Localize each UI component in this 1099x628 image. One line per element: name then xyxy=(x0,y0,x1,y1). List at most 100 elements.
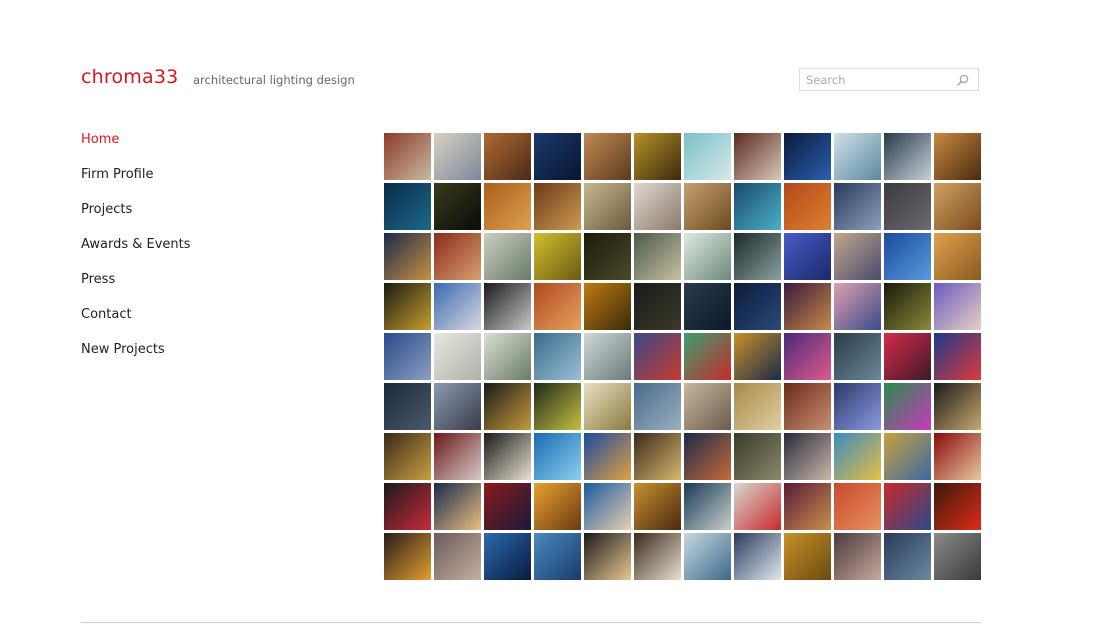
project-thumbnail[interactable] xyxy=(934,533,981,580)
project-thumbnail[interactable] xyxy=(934,183,981,230)
project-thumbnail[interactable] xyxy=(434,133,481,180)
project-thumbnail[interactable] xyxy=(934,383,981,430)
project-thumbnail[interactable] xyxy=(734,233,781,280)
project-thumbnail[interactable] xyxy=(484,183,531,230)
nav-item-projects[interactable]: Projects xyxy=(81,202,191,237)
project-thumbnail[interactable] xyxy=(634,333,681,380)
project-thumbnail[interactable] xyxy=(484,433,531,480)
project-thumbnail[interactable] xyxy=(384,483,431,530)
project-thumbnail[interactable] xyxy=(884,533,931,580)
project-thumbnail[interactable] xyxy=(634,383,681,430)
project-thumbnail[interactable] xyxy=(534,533,581,580)
project-thumbnail[interactable] xyxy=(884,483,931,530)
site-logo[interactable]: chroma33 xyxy=(81,66,178,88)
search-input[interactable] xyxy=(806,72,946,88)
project-thumbnail[interactable] xyxy=(384,133,431,180)
project-thumbnail[interactable] xyxy=(834,183,881,230)
project-thumbnail[interactable] xyxy=(584,533,631,580)
project-thumbnail[interactable] xyxy=(784,383,831,430)
project-thumbnail[interactable] xyxy=(634,133,681,180)
project-thumbnail[interactable] xyxy=(684,183,731,230)
project-thumbnail[interactable] xyxy=(484,233,531,280)
project-thumbnail[interactable] xyxy=(834,233,881,280)
project-thumbnail[interactable] xyxy=(634,483,681,530)
project-thumbnail[interactable] xyxy=(834,533,881,580)
project-thumbnail[interactable] xyxy=(834,383,881,430)
project-thumbnail[interactable] xyxy=(734,283,781,330)
project-thumbnail[interactable] xyxy=(384,183,431,230)
project-thumbnail[interactable] xyxy=(884,283,931,330)
project-thumbnail[interactable] xyxy=(884,433,931,480)
nav-item-firm-profile[interactable]: Firm Profile xyxy=(81,167,191,202)
project-thumbnail[interactable] xyxy=(384,333,431,380)
project-thumbnail[interactable] xyxy=(684,383,731,430)
project-thumbnail[interactable] xyxy=(834,283,881,330)
project-thumbnail[interactable] xyxy=(384,283,431,330)
project-thumbnail[interactable] xyxy=(534,383,581,430)
project-thumbnail[interactable] xyxy=(784,533,831,580)
project-thumbnail[interactable] xyxy=(684,233,731,280)
project-thumbnail[interactable] xyxy=(684,133,731,180)
project-thumbnail[interactable] xyxy=(584,433,631,480)
project-thumbnail[interactable] xyxy=(534,183,581,230)
project-thumbnail[interactable] xyxy=(684,283,731,330)
project-thumbnail[interactable] xyxy=(934,333,981,380)
project-thumbnail[interactable] xyxy=(634,233,681,280)
project-thumbnail[interactable] xyxy=(934,133,981,180)
project-thumbnail[interactable] xyxy=(734,133,781,180)
project-thumbnail[interactable] xyxy=(434,383,481,430)
project-thumbnail[interactable] xyxy=(734,383,781,430)
nav-item-contact[interactable]: Contact xyxy=(81,307,191,342)
project-thumbnail[interactable] xyxy=(684,483,731,530)
project-thumbnail[interactable] xyxy=(584,233,631,280)
project-thumbnail[interactable] xyxy=(934,283,981,330)
project-thumbnail[interactable] xyxy=(384,433,431,480)
project-thumbnail[interactable] xyxy=(784,483,831,530)
project-thumbnail[interactable] xyxy=(634,533,681,580)
project-thumbnail[interactable] xyxy=(634,183,681,230)
project-thumbnail[interactable] xyxy=(734,483,781,530)
project-thumbnail[interactable] xyxy=(834,333,881,380)
project-thumbnail[interactable] xyxy=(584,483,631,530)
project-thumbnail[interactable] xyxy=(734,333,781,380)
project-thumbnail[interactable] xyxy=(784,183,831,230)
project-thumbnail[interactable] xyxy=(434,183,481,230)
project-thumbnail[interactable] xyxy=(784,133,831,180)
project-thumbnail[interactable] xyxy=(484,483,531,530)
project-thumbnail[interactable] xyxy=(884,233,931,280)
project-thumbnail[interactable] xyxy=(884,133,931,180)
project-thumbnail[interactable] xyxy=(384,533,431,580)
project-thumbnail[interactable] xyxy=(384,383,431,430)
project-thumbnail[interactable] xyxy=(934,233,981,280)
project-thumbnail[interactable] xyxy=(434,433,481,480)
project-thumbnail[interactable] xyxy=(834,483,881,530)
project-thumbnail[interactable] xyxy=(684,433,731,480)
project-thumbnail[interactable] xyxy=(534,333,581,380)
project-thumbnail[interactable] xyxy=(634,283,681,330)
project-thumbnail[interactable] xyxy=(484,133,531,180)
nav-item-new-projects[interactable]: New Projects xyxy=(81,342,191,377)
project-thumbnail[interactable] xyxy=(584,283,631,330)
project-thumbnail[interactable] xyxy=(434,283,481,330)
project-thumbnail[interactable] xyxy=(834,433,881,480)
project-thumbnail[interactable] xyxy=(434,483,481,530)
project-thumbnail[interactable] xyxy=(584,333,631,380)
project-thumbnail[interactable] xyxy=(734,533,781,580)
project-thumbnail[interactable] xyxy=(434,333,481,380)
project-thumbnail[interactable] xyxy=(784,233,831,280)
project-thumbnail[interactable] xyxy=(684,533,731,580)
project-thumbnail[interactable] xyxy=(434,233,481,280)
project-thumbnail[interactable] xyxy=(434,533,481,580)
project-thumbnail[interactable] xyxy=(484,533,531,580)
nav-item-press[interactable]: Press xyxy=(81,272,191,307)
nav-item-awards-events[interactable]: Awards & Events xyxy=(81,237,191,272)
project-thumbnail[interactable] xyxy=(884,333,931,380)
project-thumbnail[interactable] xyxy=(484,283,531,330)
project-thumbnail[interactable] xyxy=(534,133,581,180)
project-thumbnail[interactable] xyxy=(684,333,731,380)
project-thumbnail[interactable] xyxy=(734,183,781,230)
project-thumbnail[interactable] xyxy=(534,433,581,480)
search-icon[interactable] xyxy=(957,74,969,86)
project-thumbnail[interactable] xyxy=(584,133,631,180)
project-thumbnail[interactable] xyxy=(834,133,881,180)
